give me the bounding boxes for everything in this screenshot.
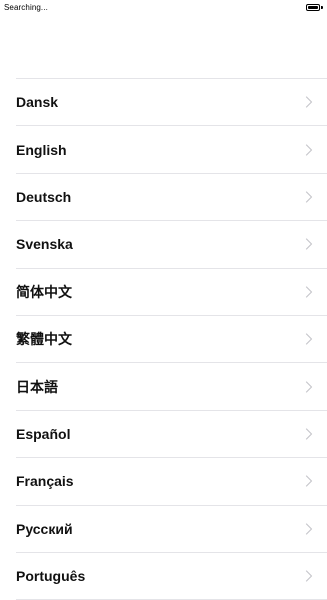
language-label: English [16, 141, 67, 158]
status-bar: Searching... [0, 0, 327, 16]
chevron-right-icon [305, 523, 313, 535]
chevron-right-icon [305, 238, 313, 250]
language-list: Dansk English Deutsch Svenska 简体中文繁體中文日本語 Esp… [16, 78, 327, 600]
chevron-right-icon [305, 286, 313, 298]
language-label: Svenska [16, 236, 73, 253]
language-label: Français [16, 473, 74, 490]
language-label: 简体中文 [16, 283, 72, 300]
language-row[interactable]: 简体中文 [16, 269, 327, 316]
status-text: Searching... [4, 3, 48, 12]
battery-cap [321, 6, 323, 9]
language-label: 繁體中文 [16, 331, 72, 348]
chevron-right-icon [305, 333, 313, 345]
language-row[interactable]: 繁體中文 [16, 316, 327, 364]
language-label: Deutsch [16, 188, 72, 205]
language-label: 日本語 [16, 378, 58, 395]
language-row[interactable]: Français [16, 458, 327, 506]
language-row[interactable]: English [16, 126, 327, 174]
battery-full-icon [306, 4, 320, 11]
chevron-right-icon [305, 143, 313, 156]
language-row[interactable]: Português [16, 553, 327, 600]
language-row[interactable]: 日本語 [16, 363, 327, 411]
chevron-right-icon [305, 428, 313, 440]
language-row[interactable]: Deutsch [16, 174, 327, 222]
chevron-right-icon [305, 380, 313, 393]
chevron-right-icon [305, 96, 313, 108]
chevron-right-icon [305, 191, 313, 203]
language-row[interactable]: Svenska [16, 221, 327, 269]
language-label: Русский [16, 520, 73, 537]
language-label: Dansk [16, 94, 59, 111]
language-row[interactable]: Dansk [16, 79, 327, 127]
chevron-right-icon [305, 475, 313, 487]
chevron-right-icon [305, 570, 313, 582]
language-row[interactable]: Español [16, 411, 327, 459]
language-label: Español [16, 425, 71, 442]
language-row[interactable]: Русский [16, 506, 327, 553]
